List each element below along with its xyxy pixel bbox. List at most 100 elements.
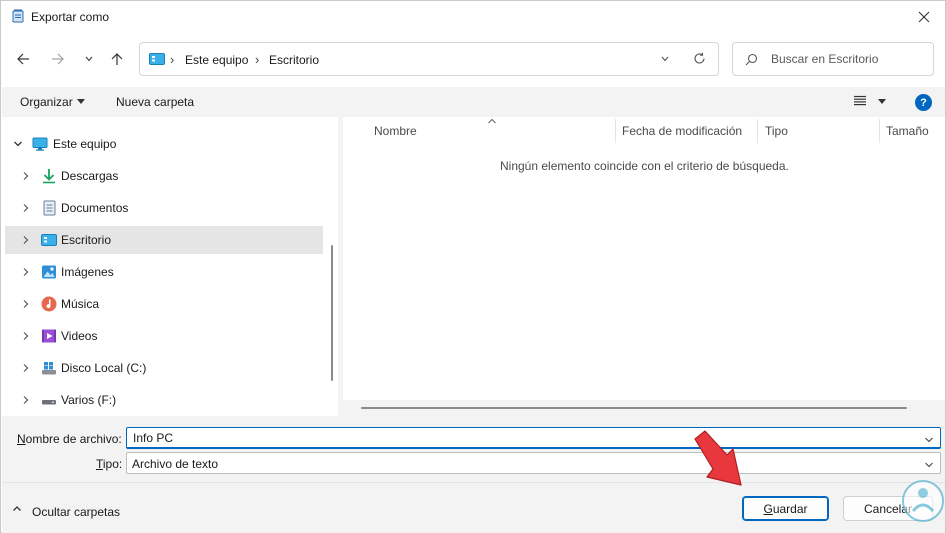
sidebar-item-label: Música [61, 297, 100, 311]
videos-icon [42, 329, 56, 343]
sidebar-item-varios-f[interactable]: Varios (F:) [5, 386, 323, 414]
breadcrumb-separator: › [170, 52, 175, 67]
sidebar-item-musica[interactable]: Música [5, 290, 323, 318]
search-input[interactable] [771, 43, 931, 75]
chevron-right-icon [23, 332, 29, 340]
chevron-right-icon [23, 396, 29, 404]
view-dropdown-button[interactable] [878, 99, 886, 104]
forward-button[interactable] [46, 47, 70, 71]
pictures-icon [42, 265, 56, 279]
save-button[interactable]: Guardar [742, 496, 829, 521]
desktop-folder-icon [41, 234, 57, 246]
up-button[interactable] [105, 47, 129, 71]
column-header-date-modified[interactable]: Fecha de modificación [622, 124, 742, 138]
sidebar-item-label: Disco Local (C:) [61, 361, 147, 375]
help-button[interactable]: ? [915, 94, 932, 111]
file-type-select[interactable]: Archivo de texto [126, 452, 941, 474]
export-dialog: Exportar como › Este equipo › Escritorio… [0, 0, 946, 533]
cancel-button[interactable]: Cancelar [843, 496, 933, 521]
recent-locations-button[interactable] [77, 47, 101, 71]
save-label: uardar [772, 501, 808, 516]
list-view-icon [854, 95, 866, 106]
sidebar-item-documentos[interactable]: Documentos [5, 194, 323, 222]
address-dropdown-button[interactable] [660, 53, 670, 67]
chevron-right-icon [23, 300, 29, 308]
sort-ascending-icon [488, 118, 496, 124]
breadcrumb-escritorio[interactable]: Escritorio [269, 53, 319, 67]
file-type-dropdown-button[interactable] [924, 459, 934, 473]
documents-icon [43, 200, 56, 216]
chevron-up-icon[interactable] [12, 504, 22, 514]
chevron-right-icon [23, 268, 29, 276]
view-options-button[interactable] [853, 95, 867, 109]
chevron-down-icon [661, 56, 669, 62]
sidebar-item-label: Descargas [61, 169, 119, 183]
chevron-right-icon [23, 204, 29, 212]
file-type-value: Archivo de texto [132, 457, 219, 471]
caret-down-icon [77, 99, 85, 104]
arrow-up-icon [111, 53, 123, 65]
column-header-type[interactable]: Tipo [765, 124, 788, 138]
chevron-down-icon [925, 462, 933, 468]
column-divider[interactable] [615, 119, 616, 143]
column-header-size[interactable]: Tamaño [886, 124, 929, 138]
close-button[interactable] [909, 3, 939, 31]
chevron-right-icon [23, 236, 29, 244]
sidebar-item-disco-local-c[interactable]: Disco Local (C:) [5, 354, 323, 382]
chevron-down-icon [14, 141, 22, 147]
sidebar-item-label: Varios (F:) [61, 393, 117, 407]
hide-folders-button[interactable]: Ocultar carpetas [32, 505, 120, 519]
new-folder-button[interactable]: Nueva carpeta [116, 95, 194, 109]
navigation-pane: Este equipo Descargas Documentos Escrito… [2, 117, 338, 416]
organize-menu-button[interactable]: Organizar [20, 95, 73, 109]
save-label-mnemonic: G [763, 501, 773, 516]
chevron-down-icon [85, 56, 93, 62]
desktop-folder-icon [149, 53, 165, 65]
address-bar[interactable]: › Este equipo › Escritorio [139, 42, 719, 76]
command-bar: Organizar Nueva carpeta ? [2, 87, 945, 117]
arrow-right-icon [52, 53, 64, 65]
refresh-icon [694, 52, 705, 64]
title-bar: Exportar como [1, 1, 945, 33]
notepad-icon [12, 9, 24, 23]
search-icon [745, 53, 758, 66]
breadcrumb-este-equipo[interactable]: Este equipo [185, 53, 248, 67]
download-icon [43, 169, 55, 184]
sidebar-item-descargas[interactable]: Descargas [5, 162, 323, 190]
filename-input[interactable] [133, 428, 913, 448]
sidebar-item-videos[interactable]: Videos [5, 322, 323, 350]
sidebar-item-label: Videos [61, 329, 98, 343]
sidebar-item-este-equipo[interactable]: Este equipo [5, 130, 323, 158]
windows-drive-icon [42, 362, 56, 375]
sidebar-scrollbar[interactable] [331, 245, 333, 381]
filename-combobox[interactable] [126, 427, 941, 449]
sidebar-item-escritorio[interactable]: Escritorio [5, 226, 323, 254]
chevron-down-icon [925, 437, 933, 443]
empty-results-message: Ningún elemento coincide con el criterio… [500, 159, 789, 173]
type-label: Tipo: [96, 457, 123, 471]
sidebar-item-imagenes[interactable]: Imágenes [5, 258, 323, 286]
chevron-right-icon [23, 364, 29, 372]
drive-icon [42, 400, 56, 405]
search-box[interactable] [732, 42, 934, 76]
scrollbar-thumb[interactable] [361, 407, 907, 409]
file-list-pane: Nombre Fecha de modificación Tipo Tamaño… [343, 117, 945, 416]
save-form: Nombre de archivo: Tipo: Archivo de text… [2, 416, 945, 482]
filename-label: Nombre de archivo: [17, 432, 122, 446]
refresh-button[interactable] [693, 52, 706, 68]
computer-icon [32, 137, 48, 151]
arrow-left-icon [17, 53, 29, 65]
chevron-right-icon [23, 172, 29, 180]
music-icon [41, 296, 57, 312]
sidebar-item-label: Este equipo [53, 137, 117, 151]
column-divider[interactable] [757, 119, 758, 143]
window-title: Exportar como [31, 10, 110, 24]
column-divider[interactable] [879, 119, 880, 143]
sidebar-item-label: Escritorio [61, 233, 112, 247]
navigation-row: › Este equipo › Escritorio [1, 39, 945, 79]
filename-dropdown-button[interactable] [924, 434, 934, 448]
back-button[interactable] [11, 47, 35, 71]
column-header-name[interactable]: Nombre [374, 124, 417, 138]
horizontal-scrollbar[interactable] [343, 400, 945, 416]
breadcrumb-separator: › [255, 52, 260, 67]
